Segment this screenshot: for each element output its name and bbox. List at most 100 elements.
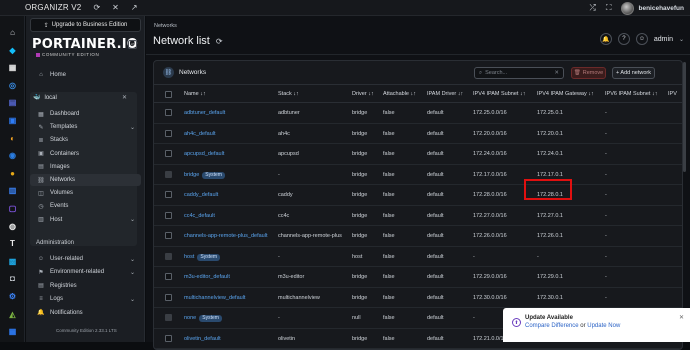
cell-name[interactable]: none: [184, 315, 196, 321]
help-icon[interactable]: ?: [617, 33, 630, 45]
column-header[interactable]: Name ↓↑: [184, 91, 206, 97]
nav-registries[interactable]: ▤ Registries: [30, 280, 141, 292]
portainer-sidebar: ⇪ Upgrade to Business Edition PORTAINER.…: [26, 16, 145, 342]
nav-dashboard[interactable]: ▦ Dashboard: [30, 108, 141, 120]
refresh-icon[interactable]: ⟳: [93, 3, 100, 12]
cell-name[interactable]: host: [184, 254, 194, 260]
nav-images[interactable]: ▤ Images: [30, 161, 141, 173]
nav-host[interactable]: ▥ Host ⌄: [30, 214, 141, 226]
cell-name[interactable]: m3u-editor_default: [184, 274, 230, 280]
nav-containers[interactable]: ▣ Containers: [30, 148, 141, 160]
nav-stacks[interactable]: ≣ Stacks: [30, 134, 141, 146]
chevron-down-icon[interactable]: ⌄: [130, 124, 135, 131]
cell-name[interactable]: olivetin_default: [184, 336, 221, 342]
chevron-down-icon[interactable]: ⌄: [130, 216, 135, 223]
nav-events[interactable]: ◷ Events: [30, 200, 141, 212]
user-icon[interactable]: ☺: [635, 33, 648, 45]
rail-app-9-icon[interactable]: ▥: [6, 184, 19, 197]
close-icon[interactable]: ✕: [112, 3, 119, 12]
rail-app-13-icon[interactable]: ▩: [6, 255, 19, 268]
nav-logs[interactable]: ≡ Logs ⌄: [30, 293, 141, 305]
rail-app-11-icon[interactable]: ◍: [6, 220, 19, 233]
nav-user-related[interactable]: ☺ User-related ⌄: [30, 253, 141, 265]
close-environment-icon[interactable]: ✕: [122, 94, 127, 101]
bell-icon[interactable]: 🔔: [599, 33, 612, 45]
rail-app-7-icon[interactable]: ◉: [6, 149, 19, 162]
cell-name[interactable]: cc4c_default: [184, 213, 215, 219]
cell: default: [427, 131, 444, 137]
cell-name[interactable]: channels-app-remote-plus_default: [184, 233, 267, 239]
collapse-sidebar-button[interactable]: «: [128, 40, 137, 49]
rail-app-15-icon[interactable]: ⚙: [6, 290, 19, 303]
rail-app-10-icon[interactable]: ▢: [6, 202, 19, 215]
expand-icon[interactable]: ↗: [131, 3, 138, 12]
shuffle-icon[interactable]: ⤮: [589, 3, 595, 13]
page-scrollbar[interactable]: [681, 16, 688, 342]
cell-name[interactable]: ah4c_default: [184, 131, 216, 137]
column-header[interactable]: IPV4 IPAM Gateway ↓↑: [537, 91, 594, 97]
fullscreen-icon[interactable]: ⛶: [606, 3, 612, 13]
rail-app-5-icon[interactable]: ▣: [6, 114, 19, 127]
column-header[interactable]: Attachable ↓↑: [383, 91, 416, 97]
cell-name[interactable]: bridge: [184, 172, 199, 178]
clear-search-icon[interactable]: ✕: [554, 70, 559, 76]
cell-name[interactable]: caddy_default: [184, 192, 218, 198]
cell-name[interactable]: multichannelview_default: [184, 295, 245, 301]
chevron-down-icon[interactable]: ⌄: [130, 269, 135, 276]
cell-stack: multichannelview: [278, 294, 320, 301]
row-checkbox[interactable]: [165, 150, 172, 157]
nav-volumes[interactable]: ◫ Volumes: [30, 187, 141, 199]
rail-app-14-icon[interactable]: ◘: [6, 272, 19, 285]
user-menu[interactable]: benicehavefun: [621, 1, 684, 15]
scrollbar-thumb[interactable]: [683, 62, 686, 172]
breadcrumb[interactable]: Networks: [154, 23, 177, 29]
chevron-down-icon[interactable]: ⌄: [130, 256, 135, 263]
rail-app-16-icon[interactable]: ◭: [6, 308, 19, 321]
nav-templates[interactable]: ✎ Templates ⌄: [30, 121, 141, 133]
upgrade-button[interactable]: ⇪ Upgrade to Business Edition: [30, 18, 141, 32]
select-all-checkbox[interactable]: [165, 91, 172, 98]
nav-home[interactable]: ⌂ Home: [30, 69, 141, 81]
admin-user-label[interactable]: admin: [654, 36, 673, 43]
column-header[interactable]: IPV4 IPAM Subnet ↓↑: [473, 91, 525, 97]
cell-name[interactable]: apcupsd_default: [184, 151, 224, 157]
environment-header[interactable]: 🐳 local: [33, 94, 57, 102]
rail-app-4-icon[interactable]: ▤: [6, 96, 19, 109]
close-toast-icon[interactable]: ✕: [679, 314, 684, 321]
cell: 172.17.0.0/16: [473, 172, 507, 178]
rail-app-2-icon[interactable]: ▦: [6, 61, 19, 74]
rail-app-3-icon[interactable]: ◎: [6, 79, 19, 92]
chevron-down-icon[interactable]: ⌄: [130, 296, 135, 303]
rail-portainer-icon[interactable]: ◆: [6, 44, 19, 57]
column-header[interactable]: IPAM Driver ↓↑: [427, 91, 463, 97]
row-checkbox[interactable]: [165, 129, 172, 137]
cell-name[interactable]: adbtuner_default: [184, 110, 225, 116]
row-checkbox[interactable]: [165, 211, 172, 219]
rail-app-12-icon[interactable]: T: [6, 237, 19, 250]
rail-app-6-icon[interactable]: ◐: [6, 132, 19, 145]
rail-app-8-icon[interactable]: ●: [6, 167, 19, 180]
portainer-logo[interactable]: PORTAINER.IO: [32, 37, 138, 52]
row-checkbox[interactable]: [165, 334, 172, 342]
compare-difference-link[interactable]: Compare Difference: [525, 323, 579, 329]
cell: apcupsd: [278, 151, 299, 157]
remove-button[interactable]: 🗑 Remove: [571, 67, 606, 79]
row-checkbox[interactable]: [165, 191, 172, 198]
search-input[interactable]: ⌕ Search... ✕: [474, 67, 564, 79]
row-checkbox[interactable]: [165, 109, 172, 116]
rail-app-17-icon[interactable]: ▦: [6, 325, 19, 338]
add-network-button[interactable]: + Add network: [612, 67, 655, 79]
row-checkbox[interactable]: [165, 293, 172, 301]
row-checkbox[interactable]: [165, 273, 172, 280]
row-checkbox[interactable]: [165, 232, 172, 239]
nav-networks[interactable]: ⛓ Networks: [30, 174, 141, 186]
nav-notifications[interactable]: 🔔 Notifications: [30, 307, 141, 319]
column-header[interactable]: Stack ↓↑: [278, 91, 299, 97]
column-header[interactable]: IPV: [668, 91, 677, 97]
column-header[interactable]: Driver ↓↑: [352, 91, 374, 97]
refresh-list-icon[interactable]: ⟳: [216, 37, 223, 46]
column-header[interactable]: IPV6 IPAM Subnet ↓↑: [605, 91, 657, 97]
nav-environment-related[interactable]: ⚑ Environment-related ⌄: [30, 266, 141, 278]
rail-home-icon[interactable]: ⌂: [6, 26, 19, 39]
update-now-link[interactable]: Update Now: [587, 323, 620, 329]
